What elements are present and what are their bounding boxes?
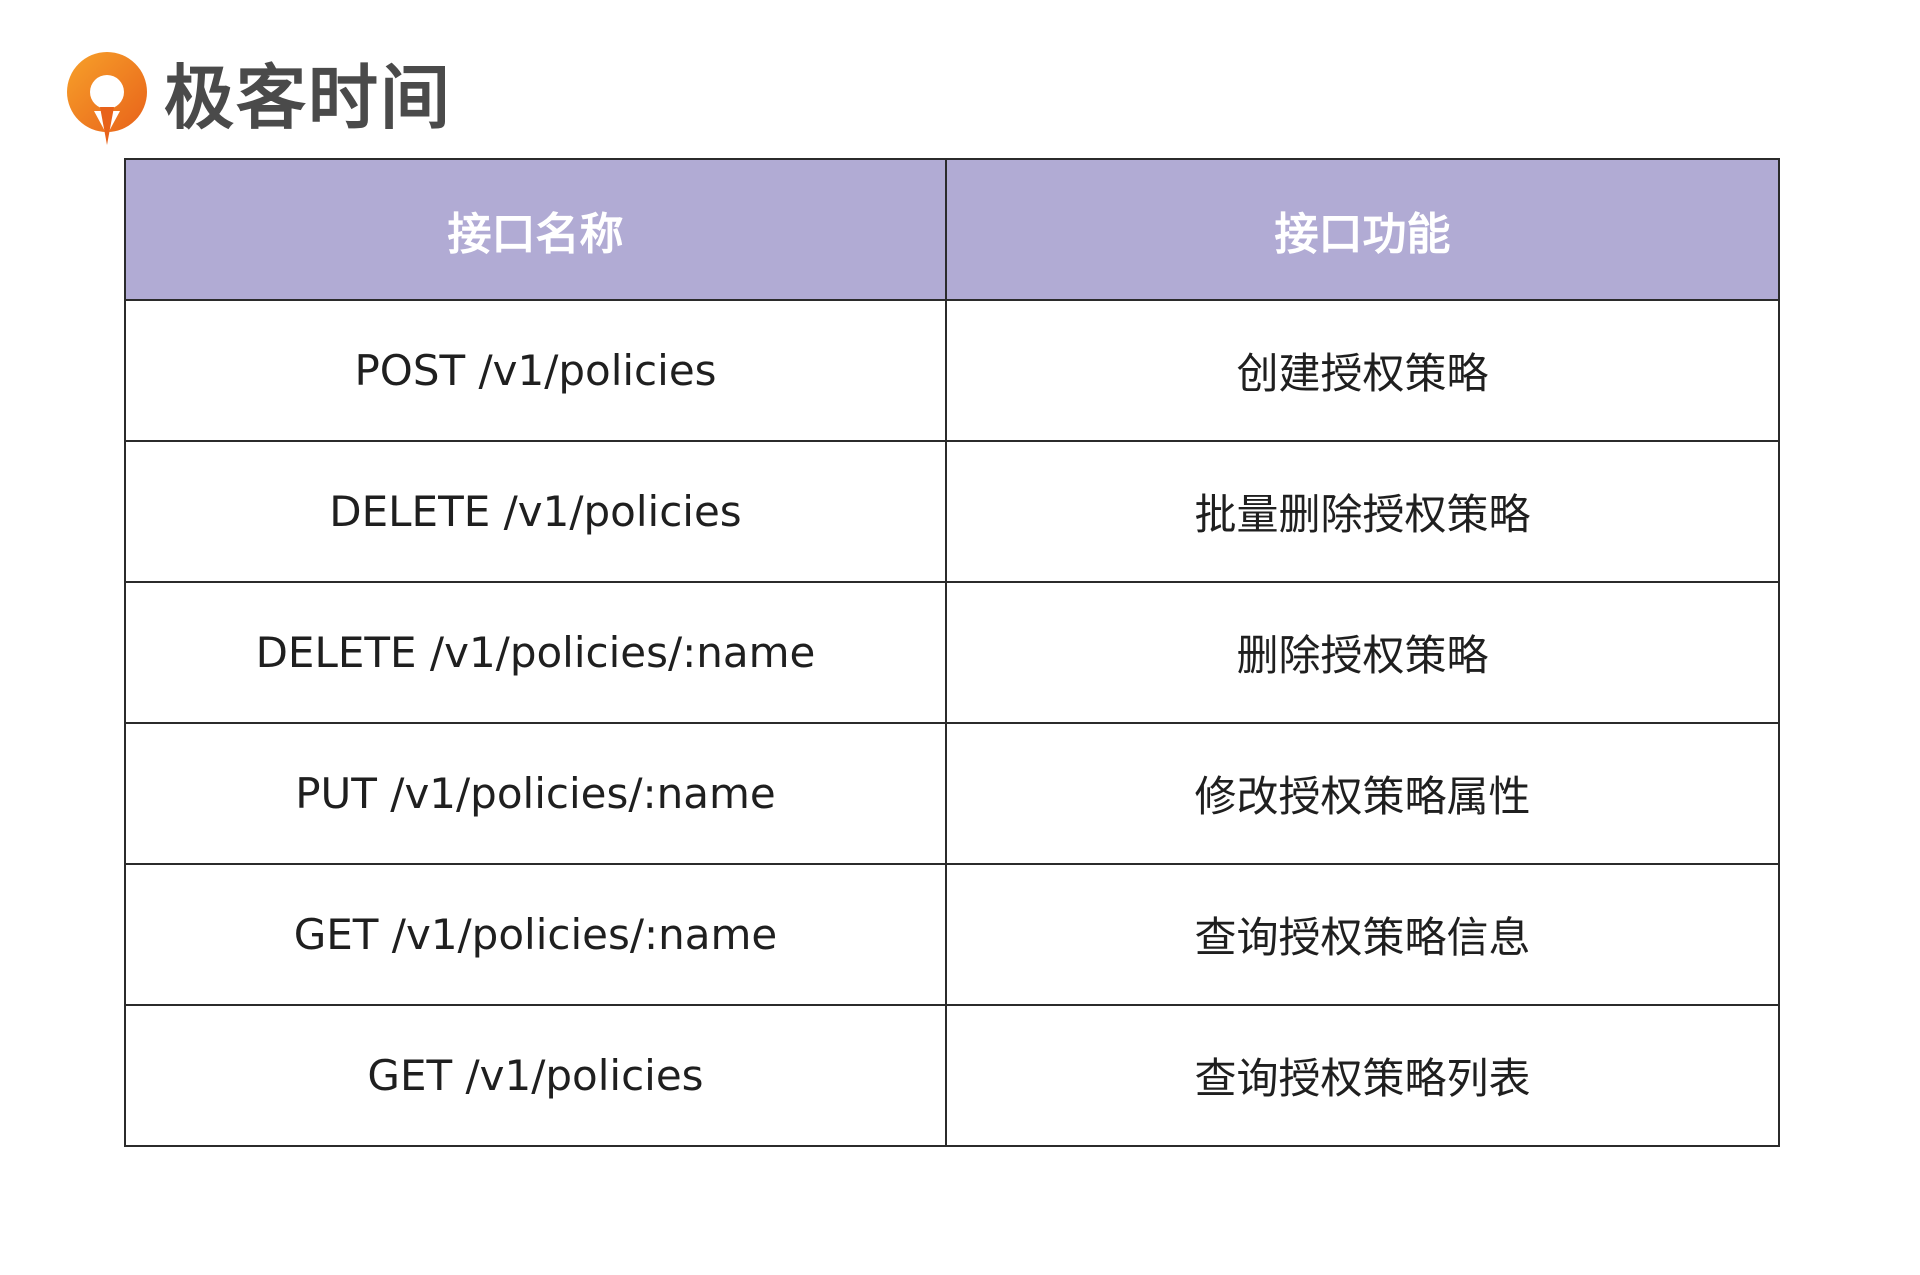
api-name-cell: POST /v1/policies (124, 299, 947, 442)
api-name-cell: DELETE /v1/policies (124, 440, 947, 583)
api-name-cell: GET /v1/policies/:name (124, 863, 947, 1006)
table-row: GET /v1/policies/:name 查询授权策略信息 (124, 863, 1780, 1006)
page: 极客时间 接口名称 接口功能 POST /v1/policies 创建授权策略 … (0, 0, 1920, 1275)
brand-name: 极客时间 (164, 57, 452, 139)
geektime-logo-icon (67, 52, 147, 145)
brand-header: 极客时间 (64, 48, 452, 148)
api-table: 接口名称 接口功能 POST /v1/policies 创建授权策略 DELET… (124, 158, 1780, 1147)
api-function-cell: 修改授权策略属性 (945, 722, 1780, 865)
table-row: DELETE /v1/policies 批量删除授权策略 (124, 440, 1780, 583)
api-function-cell: 批量删除授权策略 (945, 440, 1780, 583)
table-row: POST /v1/policies 创建授权策略 (124, 299, 1780, 442)
table-row: PUT /v1/policies/:name 修改授权策略属性 (124, 722, 1780, 865)
table-row: GET /v1/policies 查询授权策略列表 (124, 1004, 1780, 1147)
table-row: DELETE /v1/policies/:name 删除授权策略 (124, 581, 1780, 724)
column-header-api-function: 接口功能 (945, 158, 1780, 301)
api-name-cell: DELETE /v1/policies/:name (124, 581, 947, 724)
api-function-cell: 创建授权策略 (945, 299, 1780, 442)
table-header-row: 接口名称 接口功能 (124, 158, 1780, 301)
api-name-cell: GET /v1/policies (124, 1004, 947, 1147)
api-function-cell: 查询授权策略信息 (945, 863, 1780, 1006)
api-name-cell: PUT /v1/policies/:name (124, 722, 947, 865)
api-function-cell: 删除授权策略 (945, 581, 1780, 724)
api-function-cell: 查询授权策略列表 (945, 1004, 1780, 1147)
column-header-api-name: 接口名称 (124, 158, 947, 301)
